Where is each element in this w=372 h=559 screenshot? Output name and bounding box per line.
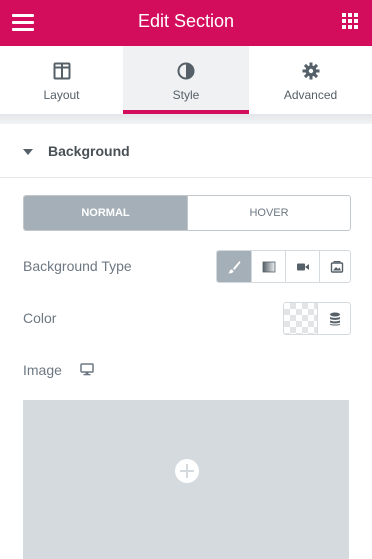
editor-header: Edit Section	[0, 0, 372, 46]
caret-down-icon	[23, 149, 33, 155]
tab-layout[interactable]: Layout	[0, 46, 123, 114]
tab-layout-label: Layout	[43, 88, 80, 102]
widgets-grid-icon[interactable]	[342, 13, 358, 29]
background-slideshow-button[interactable]	[319, 251, 350, 282]
desktop-icon[interactable]	[80, 363, 94, 376]
background-type-choices	[216, 250, 351, 283]
tab-style-label: Style	[172, 88, 200, 102]
section-title: Background	[48, 143, 130, 159]
panel-tabs: Layout Style Advanced	[0, 46, 372, 114]
color-swatch[interactable]	[284, 303, 317, 334]
normal-state-button[interactable]: NORMAL	[24, 196, 187, 230]
background-gradient-button[interactable]	[251, 251, 285, 282]
color-label: Color	[23, 310, 57, 326]
color-picker-group	[283, 302, 351, 335]
background-type-label: Background Type	[23, 258, 132, 274]
background-video-button[interactable]	[285, 251, 319, 282]
image-label: Image	[23, 362, 62, 378]
contrast-icon	[177, 62, 195, 80]
global-colors-button[interactable]	[317, 303, 350, 334]
panel-title: Edit Section	[137, 11, 235, 31]
tab-advanced[interactable]: Advanced	[249, 46, 372, 114]
brush-icon	[228, 260, 241, 273]
state-toggle: NORMAL HOVER	[23, 195, 351, 231]
gradient-icon	[262, 261, 275, 272]
image-upload-area[interactable]	[23, 400, 351, 559]
background-classic-button[interactable]	[217, 251, 251, 282]
plus-circle-icon	[175, 459, 199, 483]
hover-state-button[interactable]: HOVER	[187, 196, 350, 230]
video-icon	[296, 263, 309, 270]
section-divider	[0, 114, 372, 124]
background-section-toggle[interactable]: Background	[0, 124, 372, 178]
database-stack-icon	[329, 312, 340, 326]
columns-icon	[53, 62, 70, 80]
slideshow-icon	[330, 260, 343, 273]
gear-icon	[302, 62, 319, 80]
tab-style[interactable]: Style	[123, 46, 249, 114]
tab-advanced-label: Advanced	[283, 88, 338, 102]
